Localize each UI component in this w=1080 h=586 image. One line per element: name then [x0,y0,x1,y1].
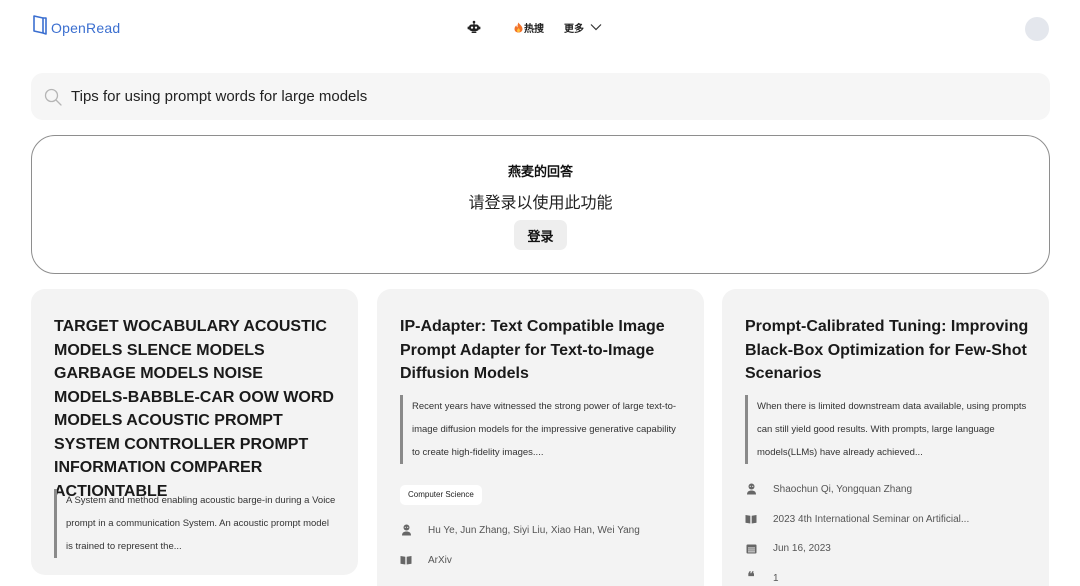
answer-title: 燕麦的回答 [507,164,573,179]
citations-row: ❝ 1 [745,570,779,585]
paper-title[interactable]: Prompt-Calibrated Tuning: Improving Blac… [745,315,1030,386]
authors-row: Shaochun Qi, Yongquan Zhang [745,483,912,495]
top-header: OpenRead 热搜 更多 [0,0,1080,60]
more-menu[interactable]: 更多 [564,20,602,35]
citation-count: 1 [773,572,779,584]
search-bar [31,73,1050,120]
more-label: 更多 [564,23,584,35]
fire-icon [514,22,523,32]
book-icon [400,554,412,566]
openread-logo[interactable]: OpenRead [31,14,120,36]
book-icon [745,513,757,525]
user-avatar[interactable] [1025,17,1049,41]
paper-abstract: Recent years have witnessed the strong p… [400,395,682,464]
login-button[interactable]: 登录 [514,220,567,250]
paper-venue: ArXiv [428,554,452,566]
top-nav: 热搜 更多 [466,19,602,35]
paper-card[interactable]: TARGET WOCABULARY ACOUSTIC MODELS SLENCE… [31,289,358,575]
login-prompt-message: 请登录以使用此功能 [468,195,613,212]
paper-title[interactable]: TARGET WOCABULARY ACOUSTIC MODELS SLENCE… [54,315,339,503]
search-icon [44,88,62,106]
logo-text: OpenRead [51,20,121,36]
logo-icon [33,15,47,35]
paper-date: Jun 16, 2023 [773,542,831,554]
authors-row: Hu Ye, Jun Zhang, Siyi Liu, Xiao Han, We… [400,524,640,536]
paper-venue: 2023 4th International Seminar on Artifi… [773,513,970,525]
robot-icon[interactable] [466,19,482,35]
date-row: Jun 16, 2023 [745,542,831,554]
hot-search-label: 热搜 [524,23,544,35]
paper-card[interactable]: Prompt-Calibrated Tuning: Improving Blac… [722,289,1049,586]
quote-icon: ❝ [747,570,755,585]
paper-authors: Shaochun Qi, Yongquan Zhang [773,483,913,495]
paper-card[interactable]: IP-Adapter: Text Compatible Image Prompt… [377,289,704,586]
paper-abstract: A System and method enabling acoustic ba… [54,489,336,558]
author-icon [400,524,412,536]
hot-search-link[interactable]: 热搜 [514,20,544,35]
paper-title[interactable]: IP-Adapter: Text Compatible Image Prompt… [400,315,685,386]
paper-authors: Hu Ye, Jun Zhang, Siyi Liu, Xiao Han, We… [428,524,640,536]
paper-abstract: When there is limited downstream data av… [745,395,1027,464]
chevron-down-icon [590,24,602,31]
venue-row: ArXiv [400,554,452,566]
author-icon [745,483,757,495]
ai-answer-panel: 燕麦的回答 请登录以使用此功能 登录 [31,135,1050,274]
field-tag[interactable]: Computer Science [400,485,482,505]
search-input[interactable] [71,73,1031,120]
calendar-icon [745,542,757,554]
venue-row: 2023 4th International Seminar on Artifi… [745,513,969,525]
